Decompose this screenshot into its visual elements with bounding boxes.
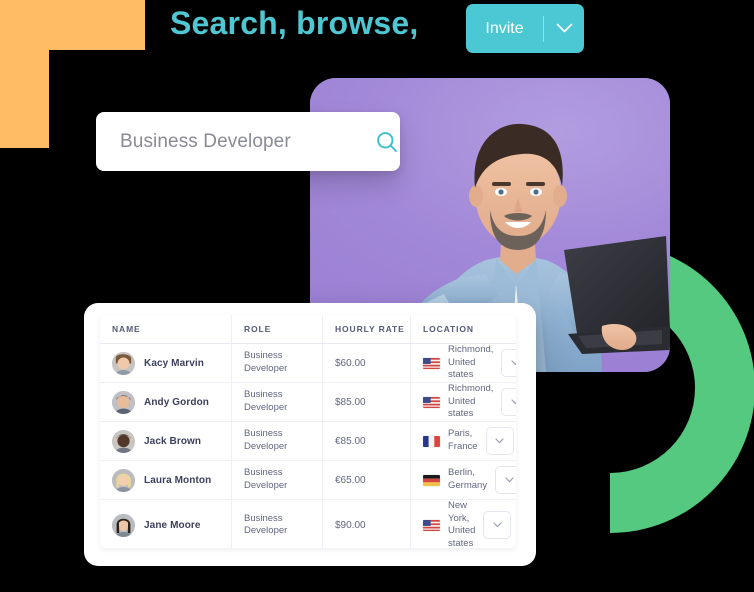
- table-header-row: NAME ROLE HOURLY RATE LOCATION: [100, 315, 516, 344]
- cell-hourly-rate: $60.00: [322, 343, 411, 383]
- row-expand-chevron-down-icon[interactable]: [483, 511, 512, 540]
- cell-name: Kacy Marvin: [100, 343, 232, 383]
- chevron-down-icon[interactable]: [544, 23, 584, 34]
- avatar: [112, 351, 135, 375]
- person-name: Jane Moore: [144, 519, 201, 531]
- column-header-hourly-rate: HOURLY RATE: [322, 315, 411, 344]
- decorative-orange-column: [0, 50, 49, 148]
- hero-composition: Search, browse, Invite Business Develope…: [0, 0, 754, 592]
- avatar: [112, 468, 135, 492]
- cell-hourly-rate: $85.00: [322, 382, 411, 422]
- cell-role: Business Developer: [231, 499, 323, 548]
- table-row[interactable]: Andy Gordon Business Developer $85.00 Ri…: [100, 382, 516, 422]
- cell-location: New York, United states: [411, 500, 517, 548]
- cell-name: Laura Monton: [100, 460, 232, 500]
- cell-role: Business Developer: [231, 343, 323, 383]
- avatar: [112, 390, 135, 414]
- search-input[interactable]: [118, 129, 367, 154]
- row-expand-chevron-down-icon[interactable]: [501, 349, 516, 377]
- cell-location: Richmond, United states: [410, 382, 516, 422]
- table-row[interactable]: Jane Moore Business Developer $90.00 New…: [100, 499, 517, 548]
- role-text: Business Developer: [244, 350, 288, 374]
- search-icon[interactable]: [375, 130, 399, 154]
- flag-fr-icon: [423, 435, 440, 447]
- column-header-name: NAME: [100, 315, 232, 344]
- person-name: Andy Gordon: [144, 396, 209, 408]
- location-text: Richmond, United states: [448, 344, 494, 381]
- flag-de-icon: [423, 474, 440, 486]
- people-table-card: NAME ROLE HOURLY RATE LOCATION Kacy Marv…: [100, 315, 516, 548]
- column-header-location: LOCATION: [410, 315, 516, 344]
- cell-name: Jane Moore: [100, 499, 232, 548]
- decorative-orange-bar: [0, 0, 145, 50]
- row-expand-chevron-down-icon[interactable]: [495, 466, 516, 494]
- rate-text: €65.00: [335, 474, 366, 486]
- row-expand-chevron-down-icon[interactable]: [485, 427, 514, 455]
- person-name: Kacy Marvin: [144, 357, 205, 369]
- rate-text: $60.00: [335, 357, 366, 369]
- role-text: Business Developer: [244, 428, 288, 452]
- invite-button[interactable]: Invite: [466, 4, 584, 53]
- flag-us-icon: [423, 357, 440, 369]
- invite-button-label: Invite: [485, 19, 524, 37]
- cell-role: Business Developer: [231, 421, 323, 461]
- cell-name: Andy Gordon: [100, 382, 232, 422]
- role-text: Business Developer: [244, 389, 288, 413]
- row-expand-chevron-down-icon[interactable]: [501, 388, 516, 416]
- column-header-role: ROLE: [231, 315, 323, 344]
- cell-location: Paris, France: [410, 421, 516, 461]
- rate-text: €85.00: [335, 435, 366, 447]
- cell-name: Jack Brown: [100, 421, 232, 461]
- person-name: Laura Monton: [144, 474, 212, 486]
- flag-us-icon: [423, 519, 440, 531]
- flag-us-icon: [423, 396, 440, 408]
- location-text: Paris, France: [448, 428, 478, 452]
- table-row[interactable]: Laura Monton Business Developer €65.00 B…: [100, 460, 516, 500]
- role-text: Business Developer: [244, 467, 288, 491]
- table-row[interactable]: Jack Brown Business Developer €85.00 Par…: [100, 421, 516, 461]
- cell-hourly-rate: €65.00: [322, 460, 411, 500]
- location-text: New York, United states: [448, 500, 476, 548]
- person-name: Jack Brown: [144, 435, 202, 447]
- table-body: Kacy Marvin Business Developer $60.00 Ri…: [100, 343, 517, 548]
- location-text: Berlin, Germany: [448, 467, 488, 491]
- cell-location: Berlin, Germany: [410, 460, 516, 500]
- cell-role: Business Developer: [231, 460, 323, 500]
- rate-text: $90.00: [335, 519, 366, 531]
- search-bar[interactable]: [96, 112, 400, 171]
- page-title: Search, browse,: [170, 5, 419, 41]
- table-row[interactable]: Kacy Marvin Business Developer $60.00 Ri…: [100, 343, 516, 383]
- rate-text: $85.00: [335, 396, 366, 408]
- avatar: [112, 429, 135, 453]
- cell-location: Richmond, United states: [410, 343, 516, 383]
- cell-hourly-rate: €85.00: [322, 421, 411, 461]
- location-text: Richmond, United states: [448, 383, 494, 420]
- people-table: NAME ROLE HOURLY RATE LOCATION Kacy Marv…: [100, 315, 516, 548]
- cell-role: Business Developer: [231, 382, 323, 422]
- role-text: Business Developer: [244, 512, 288, 537]
- cell-hourly-rate: $90.00: [322, 499, 411, 548]
- avatar: [112, 513, 135, 537]
